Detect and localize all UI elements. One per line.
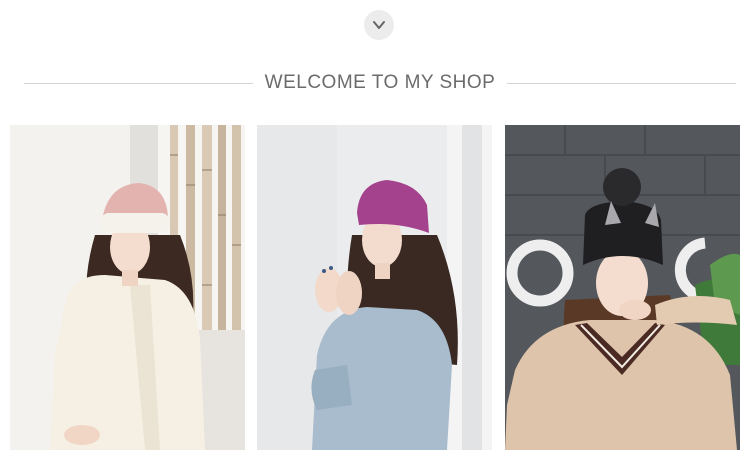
divider-left bbox=[24, 82, 253, 84]
shop-title: WELCOME TO MY SHOP bbox=[264, 72, 496, 93]
photo-image-2 bbox=[257, 125, 492, 450]
product-photo-3[interactable] bbox=[505, 125, 740, 450]
photo-image-3 bbox=[505, 125, 740, 450]
expand-button[interactable] bbox=[364, 10, 394, 40]
photo-image-1 bbox=[10, 125, 245, 450]
shop-header: WELCOME TO MY SHOP bbox=[24, 70, 736, 96]
divider-right bbox=[507, 82, 736, 84]
chevron-down-icon bbox=[373, 21, 385, 29]
product-photo-1[interactable] bbox=[10, 125, 245, 450]
product-photo-2[interactable] bbox=[257, 125, 492, 450]
